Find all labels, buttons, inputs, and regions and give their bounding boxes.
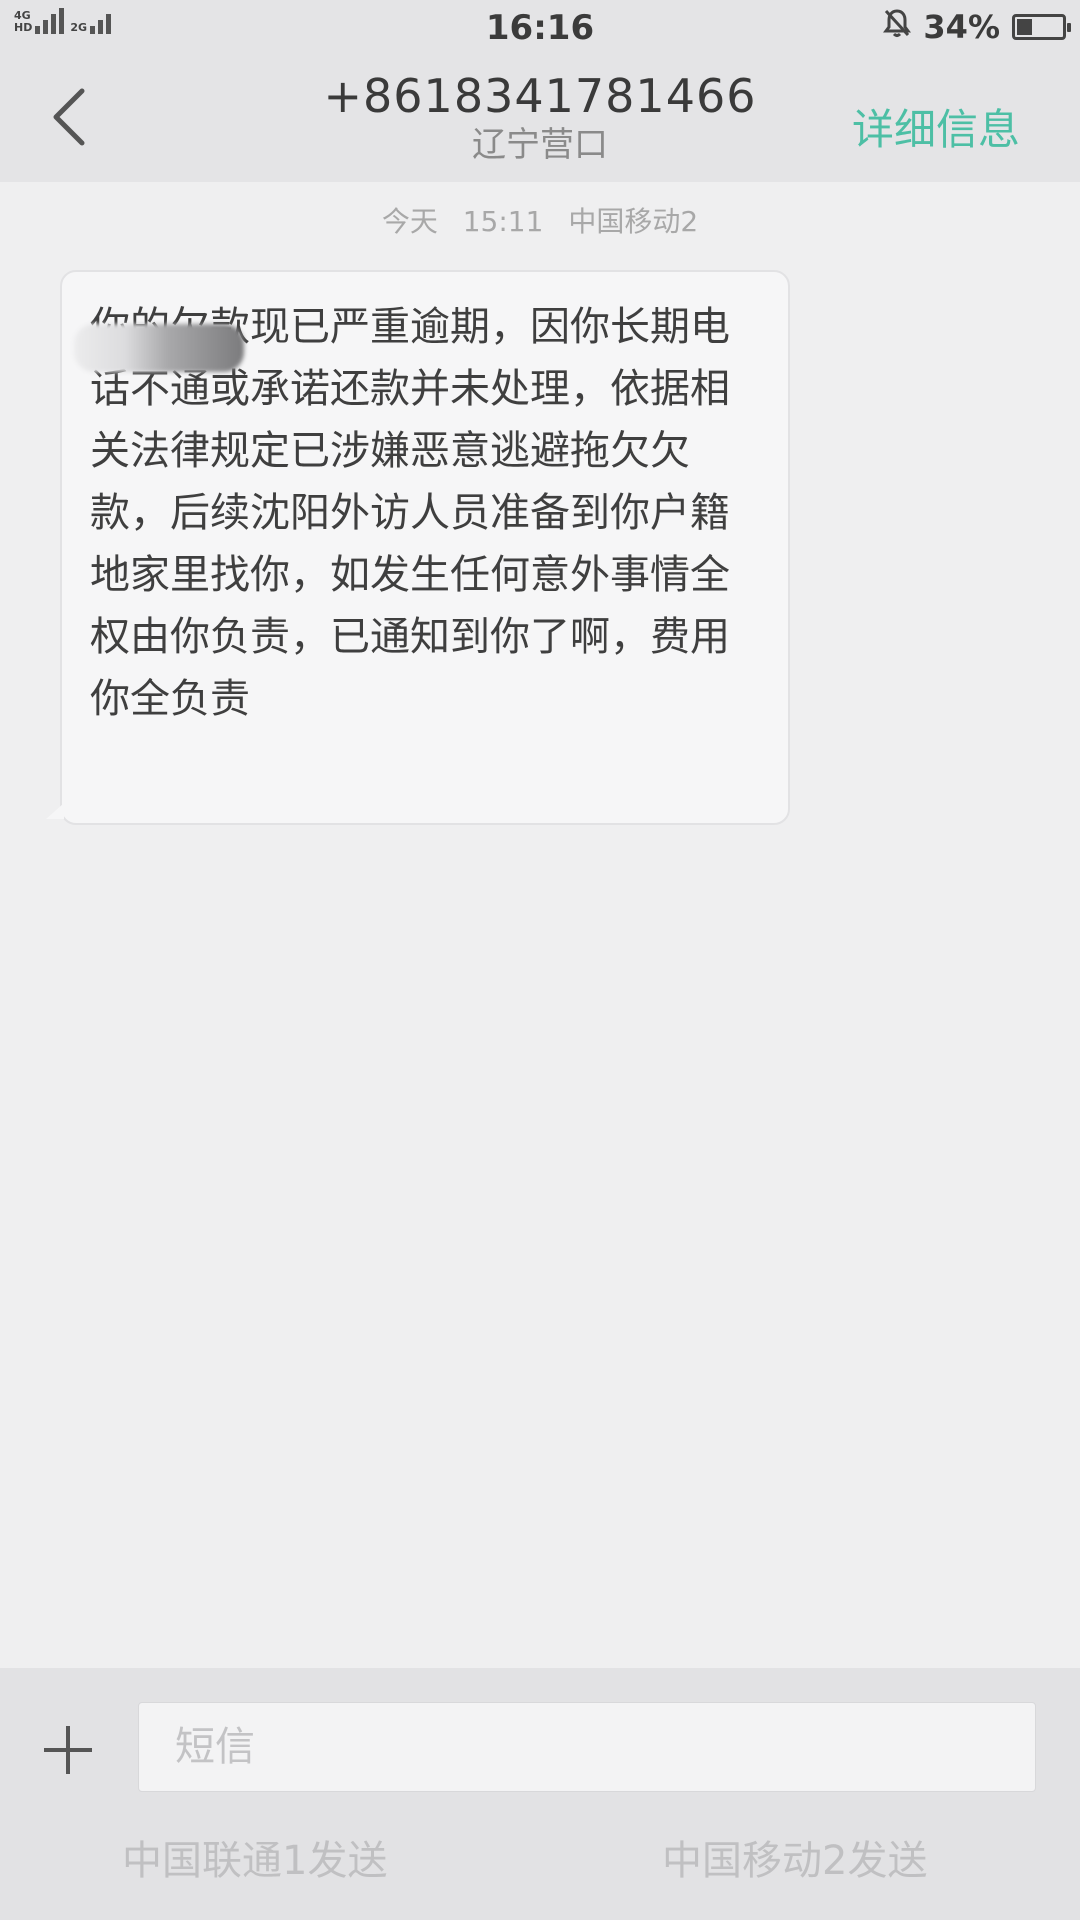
sms-input[interactable] <box>138 1702 1036 1792</box>
send-sim1-button[interactable]: 中国联通1发送 <box>122 1828 387 1886</box>
details-button[interactable]: 详细信息 <box>852 96 1020 157</box>
message-timestamp: 今天 15:11 中国移动2 <box>0 200 1080 240</box>
timestamp-time: 15:11 <box>462 205 544 238</box>
conversation-header: +8618341781466 辽宁营口 详细信息 <box>0 58 1080 182</box>
add-attachment-button[interactable] <box>36 1718 100 1782</box>
timestamp-carrier: 中国移动2 <box>568 205 699 238</box>
composer-bar: 中国联通1发送 中国移动2发送 <box>0 1668 1080 1920</box>
bell-off-icon <box>883 8 912 46</box>
battery-fill <box>1017 19 1032 35</box>
battery-icon <box>1012 14 1071 40</box>
battery-percent: 34% <box>923 8 1000 46</box>
message-bubble-incoming[interactable]: 你的欠款现已严重逾期，因你长期电话不通或承诺还款并未处理，依据相关法律规定已涉嫌… <box>46 270 790 825</box>
timestamp-day: 今天 <box>381 205 438 238</box>
plus-icon <box>44 1726 92 1774</box>
status-right: 34% <box>883 8 1071 46</box>
redaction-mosaic <box>74 324 244 372</box>
send-sim2-button[interactable]: 中国移动2发送 <box>662 1828 927 1886</box>
sms-conversation-screen: 4G HD 2G 16:16 34% +8618341781466 辽宁营口 详… <box>0 0 1080 1920</box>
status-bar: 4G HD 2G 16:16 34% <box>0 0 1080 58</box>
